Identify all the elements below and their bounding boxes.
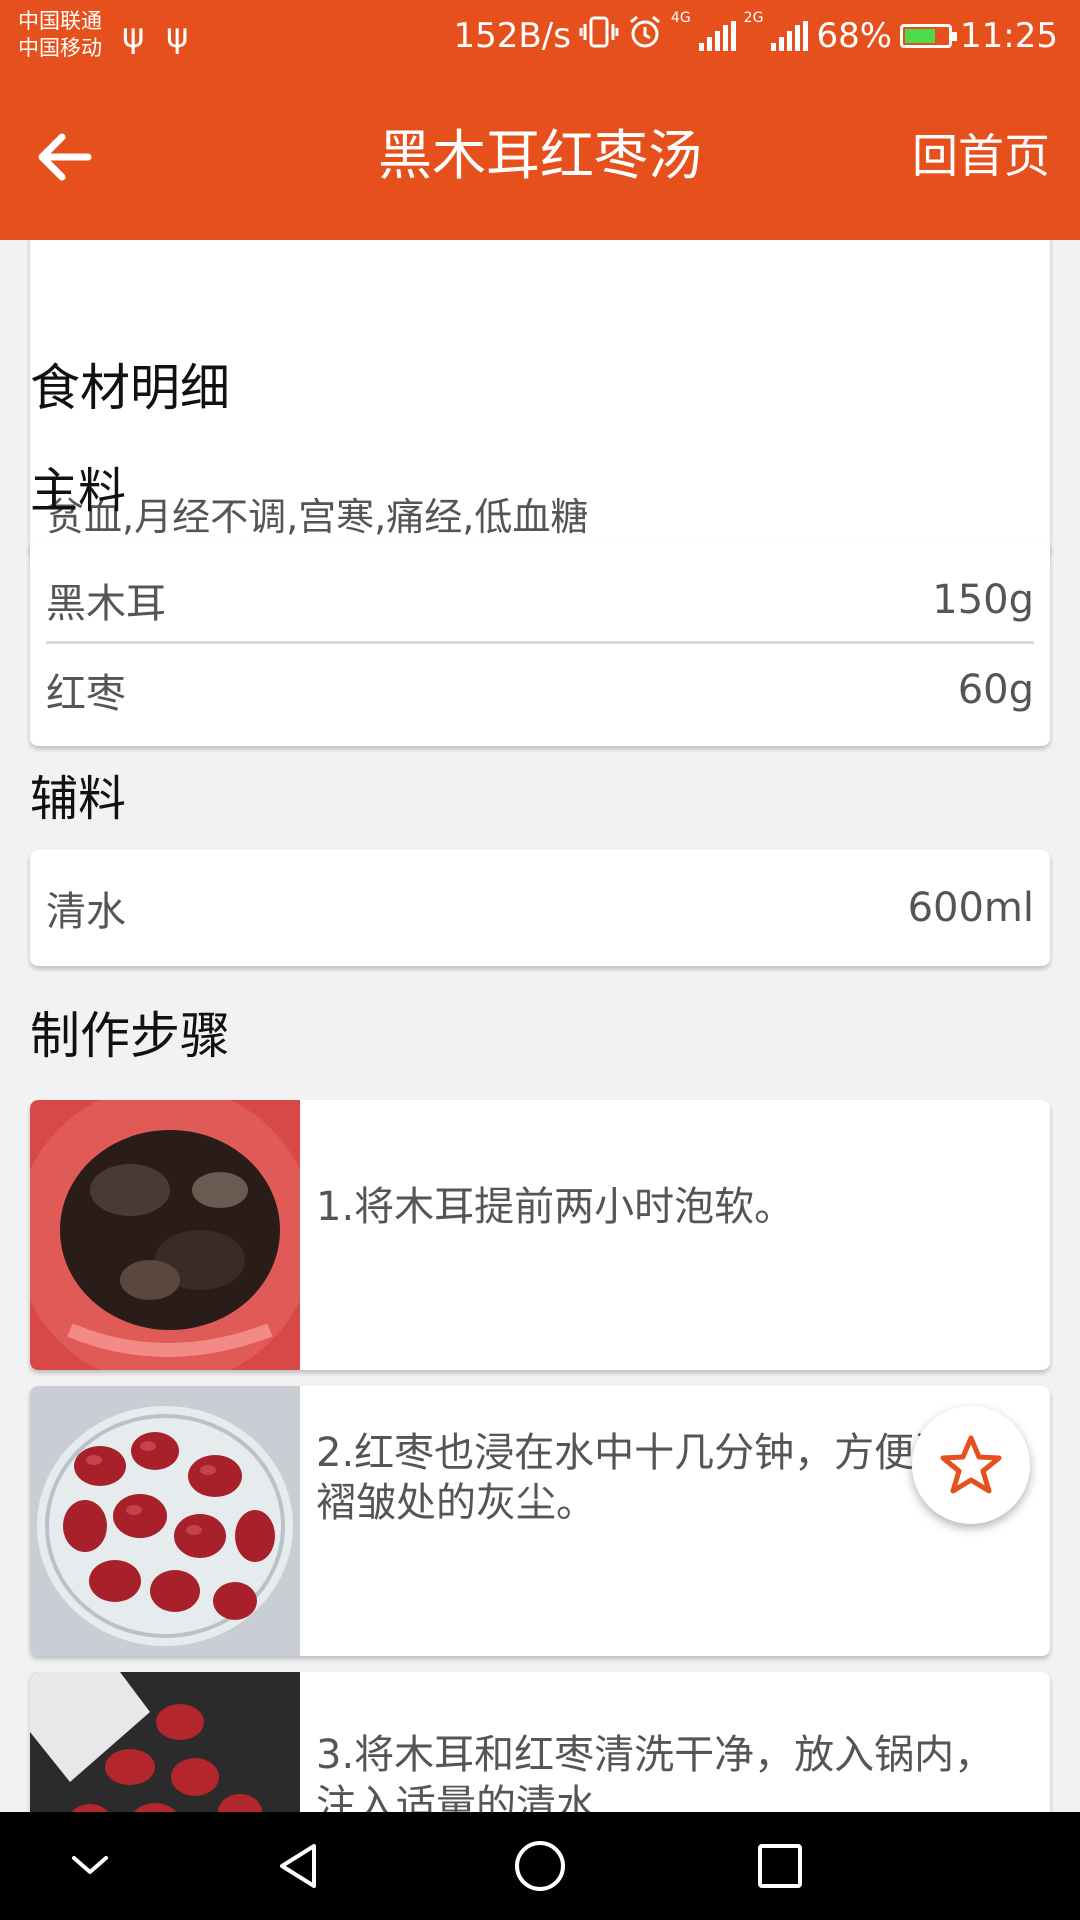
step-card[interactable]: 3.将木耳和红枣清洗干净，放入锅内，注入适量的清水 (30, 1672, 1050, 1812)
vibrate-icon (579, 14, 619, 59)
circle-home-icon (515, 1841, 565, 1891)
ingredient-name: 红枣 (46, 671, 126, 717)
nav-back-button[interactable] (270, 1836, 330, 1896)
hide-nav-button[interactable] (60, 1836, 120, 1896)
step-card[interactable]: 2.红枣也浸在水中十几分钟，方便清洗褶皱处的灰尘。 (30, 1386, 1050, 1656)
ingredient-amount: 600ml (907, 885, 1034, 931)
battery-icon (900, 24, 958, 48)
ingredients-heading: 食材明细 (30, 359, 230, 417)
network-2g: 2G (743, 10, 764, 26)
network-4g: 4G (670, 10, 691, 26)
nav-recent-button[interactable] (750, 1836, 810, 1896)
recipe-content[interactable]: 贫血,月经不调,宫寒,痛经,低血糖 食材明细 主料 黑木耳 150g 红枣 60… (0, 240, 1080, 1812)
step-photo-dates (30, 1386, 300, 1656)
aux-ingredients-card: 清水 600ml (30, 850, 1050, 966)
home-button[interactable]: 回首页 (912, 128, 1050, 184)
aux-ingredients-heading: 辅料 (30, 771, 127, 827)
usb-icon: ψ (122, 16, 145, 56)
ingredient-amount: 60g (957, 667, 1034, 713)
nav-home-button[interactable] (510, 1836, 570, 1896)
net-speed: 152B/s (453, 16, 571, 56)
carrier-names: 中国联通 中国移动 (18, 8, 102, 62)
carrier-2: 中国移动 (18, 36, 102, 60)
system-nav-bar (0, 1812, 1080, 1920)
step-text: 1.将木耳提前两小时泡软。 (316, 1184, 795, 1230)
alarm-icon (627, 14, 663, 59)
step-photo-fungus (30, 1100, 300, 1370)
status-bar: 中国联通 中国移动 ψ ψ 152B/s 4G 2G 68% 11:25 (0, 0, 1080, 72)
signal-icon (698, 21, 736, 51)
ingredient-row: 红枣 60g (46, 660, 1034, 720)
ingredient-row: 清水 600ml (46, 878, 1034, 938)
usb-icon: ψ (166, 16, 189, 56)
description-text: 贫血,月经不调,宫寒,痛经,低血糖 (46, 495, 589, 539)
carrier-1: 中国联通 (18, 9, 102, 33)
main-ingredients-heading: 主料 (30, 463, 127, 519)
clock: 11:25 (960, 16, 1058, 56)
ingredient-row: 黑木耳 150g (46, 570, 1034, 630)
ingredient-name: 黑木耳 (46, 581, 166, 627)
square-recent-icon (758, 1844, 802, 1888)
signal-icon (771, 21, 809, 51)
status-indicators: 152B/s 4G 2G 68% 11:25 (454, 10, 1058, 62)
ingredient-amount: 150g (932, 577, 1034, 623)
step-photo-pot (30, 1672, 300, 1812)
step-card[interactable]: 1.将木耳提前两小时泡软。 (30, 1100, 1050, 1370)
main-ingredients-card: 黑木耳 150g 红枣 60g (30, 540, 1050, 746)
ingredient-name: 清水 (46, 889, 126, 935)
steps-heading: 制作步骤 (30, 1007, 230, 1065)
app-bar: 黑木耳红枣汤 回首页 (0, 72, 1080, 240)
battery-percent: 68% (816, 16, 893, 56)
triangle-back-icon (280, 1844, 316, 1888)
chevron-down-icon (72, 1856, 108, 1874)
star-outline-icon (940, 1435, 1002, 1494)
favorite-button[interactable] (912, 1406, 1030, 1524)
divider (46, 641, 1034, 644)
step-text: 3.将木耳和红枣清洗干净，放入锅内，注入适量的清水 (316, 1732, 995, 1812)
